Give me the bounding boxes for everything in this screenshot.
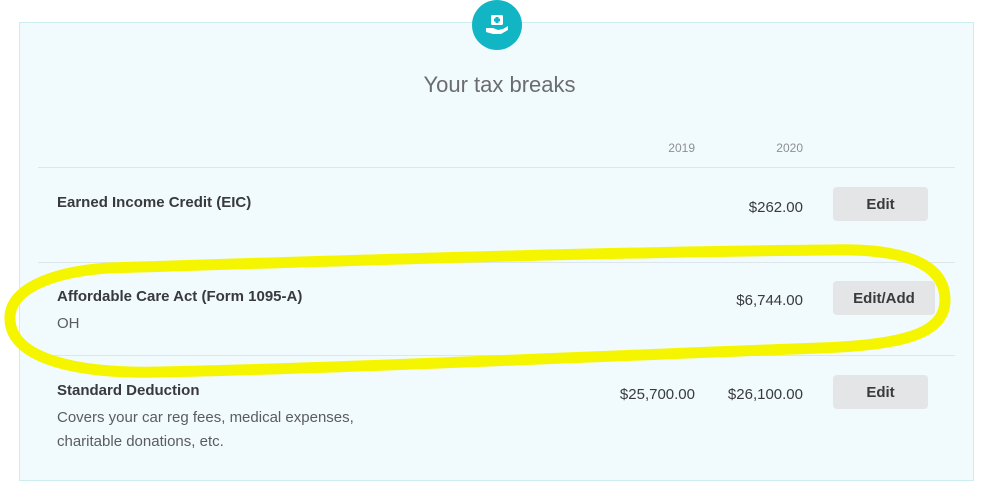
divider bbox=[38, 262, 955, 263]
row-subtitle-aca: OH bbox=[57, 315, 80, 332]
row-title-aca: Affordable Care Act (Form 1095-A) bbox=[57, 288, 303, 305]
amount-2020-aca: $6,744.00 bbox=[736, 292, 803, 309]
edit-button-standard-deduction[interactable]: Edit bbox=[833, 375, 928, 409]
row-subtitle-standard-deduction-line2: charitable donations, etc. bbox=[57, 433, 224, 450]
divider bbox=[38, 167, 955, 168]
hand-receiving-icon bbox=[486, 15, 508, 34]
divider bbox=[38, 355, 955, 356]
section-title: Your tax breaks bbox=[423, 72, 576, 97]
column-header-2019: 2019 bbox=[668, 141, 695, 155]
column-header-2020: 2020 bbox=[776, 141, 803, 155]
amount-2020-eic: $262.00 bbox=[748, 199, 803, 216]
edit-add-button-aca[interactable]: Edit/Add bbox=[833, 281, 935, 315]
tax-breaks-badge bbox=[472, 0, 522, 50]
row-subtitle-standard-deduction-line1: Covers your car reg fees, medical expens… bbox=[57, 409, 354, 426]
row-title-eic: Earned Income Credit (EIC) bbox=[57, 194, 252, 211]
amount-2020-standard-deduction: $26,100.00 bbox=[727, 386, 803, 403]
row-title-standard-deduction: Standard Deduction bbox=[57, 382, 200, 399]
amount-2019-standard-deduction: $25,700.00 bbox=[619, 386, 695, 403]
edit-button-eic[interactable]: Edit bbox=[833, 187, 928, 221]
